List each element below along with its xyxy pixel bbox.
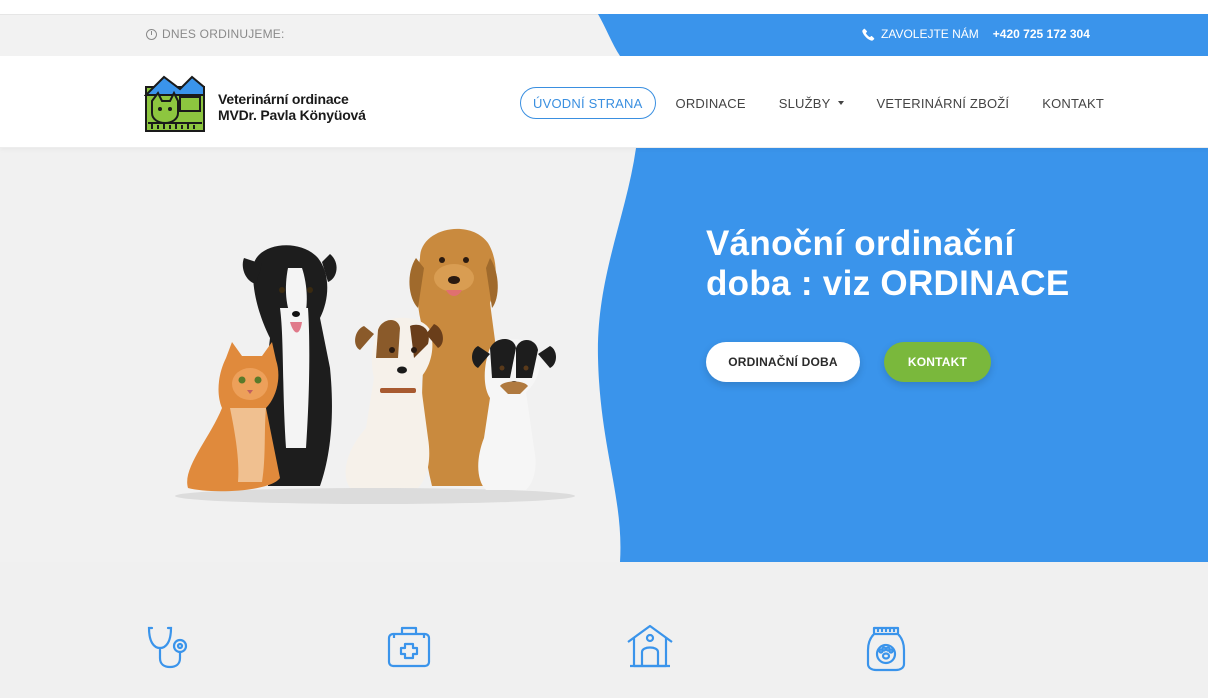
brand-line-1: Veterinární ordinace [218, 91, 349, 107]
nav-item-home[interactable]: ÚVODNÍ STRANA [520, 87, 656, 119]
call-us[interactable]: ZAVOLEJTE NÁM +420 725 172 304 [862, 27, 1090, 41]
dog-house-icon[interactable] [626, 624, 678, 670]
nav-item-contact[interactable]: KONTAKT [1042, 87, 1104, 119]
phone-icon [862, 28, 875, 41]
hero-title-line-1: Vánoční ordinační [706, 224, 1015, 263]
first-aid-kit-icon[interactable] [386, 624, 436, 670]
nav-item-services[interactable]: SLUŽBY [779, 87, 844, 119]
opening-hours-button[interactable]: ORDINAČNÍ DOBA [706, 342, 860, 382]
features-section [0, 562, 1208, 698]
clock-icon [146, 28, 157, 40]
call-us-label: ZAVOLEJTE NÁM [881, 27, 979, 41]
hero-section: Vánoční ordinační doba : viz ORDINACE OR… [0, 148, 1208, 562]
opening-hours-today: DNES ORDINUJEME: [146, 27, 285, 41]
brand-name[interactable]: Veterinární ordinace MVDr. Pavla Könyüov… [218, 91, 366, 123]
pets-photo [175, 228, 575, 504]
stethoscope-icon[interactable] [146, 624, 198, 670]
nav-item-clinic[interactable]: ORDINACE [676, 87, 746, 119]
hero-title-line-2: doba : viz ORDINACE [706, 264, 1070, 303]
opening-hours-label: DNES ORDINUJEME: [162, 27, 285, 41]
kitten-image [187, 342, 280, 492]
nav-item-services-label: SLUŽBY [778, 95, 831, 111]
clinic-logo[interactable] [144, 73, 206, 133]
hero-title: Vánoční ordinační doba : viz ORDINACE [706, 224, 1070, 304]
main-nav: ÚVODNÍ STRANA ORDINACE SLUŽBY VETERINÁRN… [520, 87, 1104, 119]
top-bar: DNES ORDINUJEME: ZAVOLEJTE NÁM +420 725 … [0, 0, 1208, 56]
chevron-down-icon [837, 101, 844, 105]
nav-item-vet-goods[interactable]: VETERINÁRNÍ ZBOŽÍ [877, 87, 1010, 119]
site-header: Veterinární ordinace MVDr. Pavla Könyüov… [0, 56, 1208, 148]
brand-line-2: MVDr. Pavla Könyüová [218, 107, 366, 123]
pet-food-icon[interactable] [866, 624, 906, 672]
contact-button[interactable]: KONTAKT [884, 342, 991, 382]
phone-number[interactable]: +420 725 172 304 [993, 27, 1090, 41]
